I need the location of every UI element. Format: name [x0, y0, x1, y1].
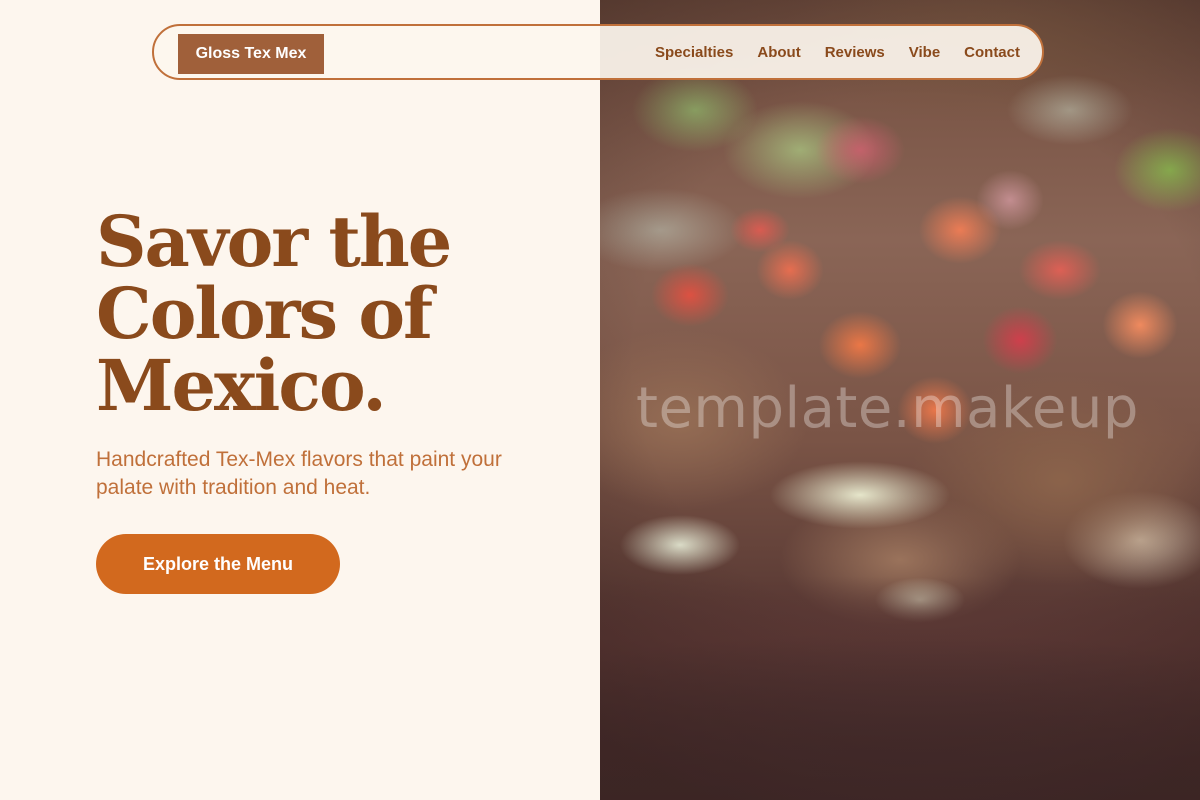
hero-subtitle: Handcrafted Tex-Mex flavors that paint y… — [96, 448, 502, 499]
nav-link-reviews[interactable]: Reviews — [825, 44, 885, 61]
navbar: Gloss Tex Mex Specialties About Reviews … — [152, 24, 1044, 80]
hero-title-line-1: Savor the — [96, 200, 452, 283]
nav-links: Specialties About Reviews Vibe Contact — [655, 26, 1020, 78]
nav-link-about[interactable]: About — [757, 44, 800, 61]
hero-title-line-3: Mexico. — [96, 344, 387, 427]
hero-title: Savor the Colors of Mexico. — [96, 206, 556, 422]
nav-link-vibe[interactable]: Vibe — [909, 44, 940, 61]
nav-link-contact[interactable]: Contact — [964, 44, 1020, 61]
photo-vignette — [600, 0, 1200, 800]
brand-logo-button[interactable]: Gloss Tex Mex — [178, 34, 324, 74]
explore-menu-button[interactable]: Explore the Menu — [96, 534, 340, 594]
landing-page: template.makeup Gloss Tex Mex Specialtie… — [0, 0, 1200, 800]
nav-link-specialties[interactable]: Specialties — [655, 44, 733, 61]
hero-food-image — [600, 0, 1200, 800]
hero-title-line-2: Colors of — [96, 272, 433, 355]
